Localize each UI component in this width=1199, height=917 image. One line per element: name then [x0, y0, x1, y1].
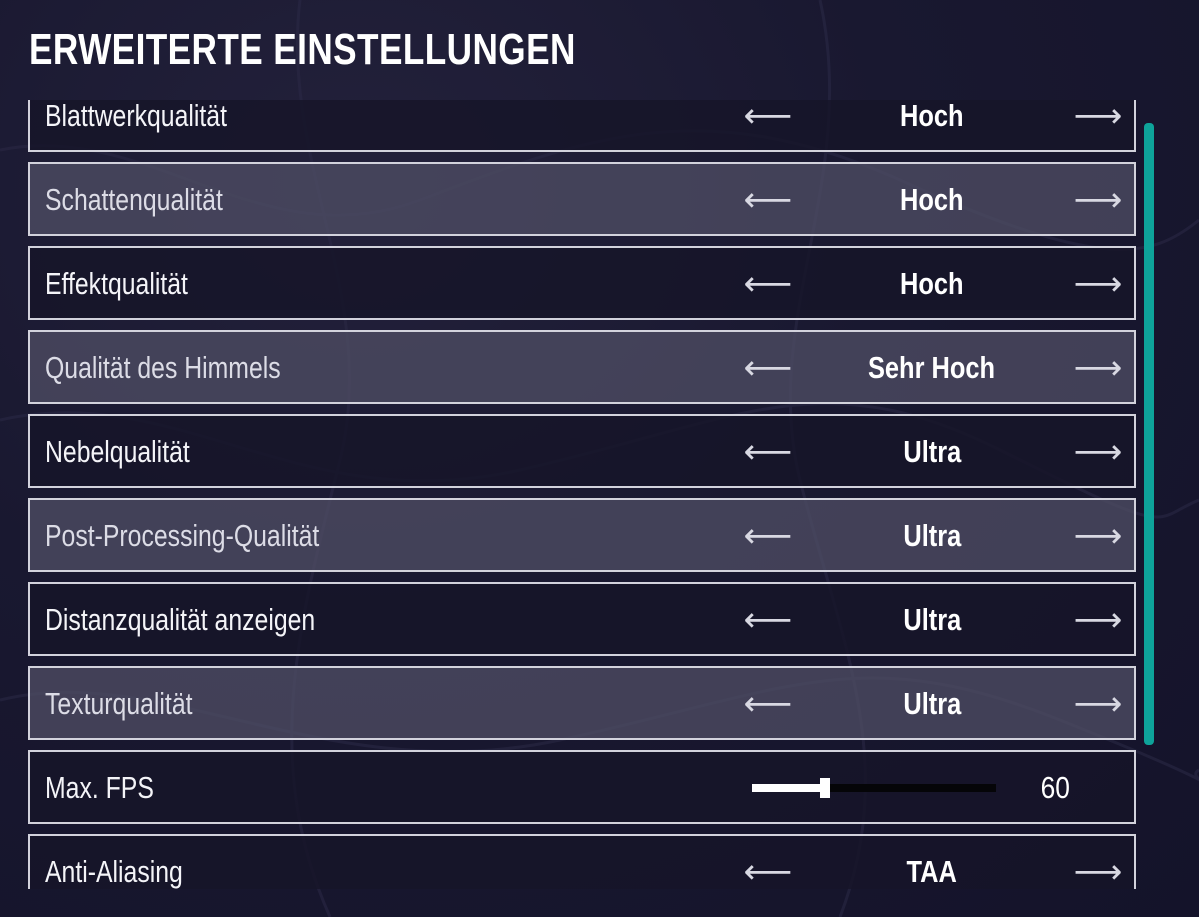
arrow-left-icon[interactable]: ⟵ — [743, 348, 793, 388]
setting-label: Max. FPS — [45, 770, 154, 805]
arrow-left-icon[interactable]: ⟵ — [743, 684, 793, 724]
setting-label: Texturqualität — [45, 686, 193, 721]
setting-label: Schattenqualität — [45, 182, 223, 217]
setting-row-view-distance-quality[interactable]: Distanzqualität anzeigen ⟵ Ultra ⟶ — [28, 582, 1136, 656]
setting-label: Anti-Aliasing — [45, 854, 183, 889]
arrow-left-icon[interactable]: ⟵ — [743, 264, 793, 304]
setting-label: Qualität des Himmels — [45, 350, 281, 385]
arrow-left-icon[interactable]: ⟵ — [743, 100, 793, 136]
setting-row-max-fps[interactable]: Max. FPS 60 — [28, 750, 1136, 824]
arrow-right-icon[interactable]: ⟶ — [1073, 432, 1123, 472]
arrow-right-icon[interactable]: ⟶ — [1073, 600, 1123, 640]
slider-handle[interactable] — [820, 778, 831, 798]
setting-label: Effektqualität — [45, 266, 188, 301]
arrow-right-icon[interactable]: ⟶ — [1073, 516, 1123, 556]
setting-value: Ultra — [903, 518, 961, 553]
setting-row-effect-quality[interactable]: Effektqualität ⟵ Hoch ⟶ — [28, 246, 1136, 320]
setting-row-fog-quality[interactable]: Nebelqualität ⟵ Ultra ⟶ — [28, 414, 1136, 488]
setting-row-sky-quality[interactable]: Qualität des Himmels ⟵ Sehr Hoch ⟶ — [28, 330, 1136, 404]
settings-list-content: Blattwerkqualität ⟵ Hoch ⟶ Schattenquali… — [28, 100, 1136, 889]
arrow-right-icon[interactable]: ⟶ — [1073, 684, 1123, 724]
setting-row-shadow-quality[interactable]: Schattenqualität ⟵ Hoch ⟶ — [28, 162, 1136, 236]
arrow-right-icon[interactable]: ⟶ — [1073, 180, 1123, 220]
max-fps-slider[interactable] — [752, 778, 996, 798]
slider-fill — [752, 784, 826, 792]
arrow-right-icon[interactable]: ⟶ — [1073, 100, 1123, 136]
setting-row-anti-aliasing[interactable]: Anti-Aliasing ⟵ TAA ⟶ — [28, 834, 1136, 889]
setting-value: TAA — [906, 854, 958, 889]
arrow-left-icon[interactable]: ⟵ — [743, 516, 793, 556]
setting-value: Ultra — [903, 602, 961, 637]
arrow-right-icon[interactable]: ⟶ — [1073, 852, 1123, 889]
setting-value: Sehr Hoch — [868, 350, 996, 385]
setting-label: Distanzqualität anzeigen — [45, 602, 316, 637]
settings-list: Blattwerkqualität ⟵ Hoch ⟶ Schattenquali… — [28, 100, 1136, 889]
scrollbar-thumb[interactable] — [1144, 123, 1154, 745]
page-title: ERWEITERTE EINSTELLUNGEN — [29, 25, 576, 74]
arrow-left-icon[interactable]: ⟵ — [743, 600, 793, 640]
arrow-right-icon[interactable]: ⟶ — [1073, 348, 1123, 388]
setting-value: Ultra — [903, 434, 961, 469]
setting-row-foliage-quality[interactable]: Blattwerkqualität ⟵ Hoch ⟶ — [28, 100, 1136, 152]
setting-row-texture-quality[interactable]: Texturqualität ⟵ Ultra ⟶ — [28, 666, 1136, 740]
setting-value: Hoch — [900, 266, 964, 301]
slider-value: 60 — [1040, 770, 1070, 805]
setting-value: Ultra — [903, 686, 961, 721]
arrow-left-icon[interactable]: ⟵ — [743, 180, 793, 220]
setting-value: Hoch — [900, 182, 964, 217]
setting-label: Post-Processing-Qualität — [45, 518, 320, 553]
setting-value: Hoch — [900, 100, 964, 133]
arrow-left-icon[interactable]: ⟵ — [743, 852, 793, 889]
setting-label: Nebelqualität — [45, 434, 190, 469]
setting-row-post-processing-quality[interactable]: Post-Processing-Qualität ⟵ Ultra ⟶ — [28, 498, 1136, 572]
setting-label: Blattwerkqualität — [45, 100, 227, 133]
arrow-left-icon[interactable]: ⟵ — [743, 432, 793, 472]
arrow-right-icon[interactable]: ⟶ — [1073, 264, 1123, 304]
